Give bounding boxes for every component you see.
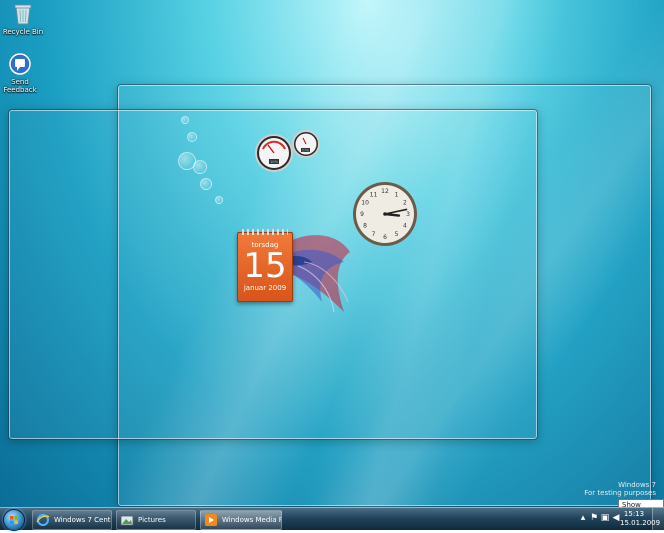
clock-numeral: 8 [363,223,367,230]
windows-logo-icon [10,516,18,524]
clock-numeral: 3 [406,211,410,218]
bubble [181,116,189,124]
cpu-meter-gadget[interactable]: 10% 27% [254,129,326,177]
clock-numeral: 5 [395,231,399,238]
bubble [193,160,207,174]
pictures-icon [120,515,134,526]
clock-numeral: 7 [372,231,376,238]
bubble [215,196,223,204]
cpu-value: 10% [270,160,279,164]
clock-gadget[interactable]: 12 1234567891011 [352,181,418,247]
show-desktop-button[interactable] [652,508,664,530]
watermark-subtitle: For testing purposes [584,489,656,497]
memory-value: 27% [302,148,309,152]
send-feedback-label: Send Feedback [3,78,37,94]
taskbar: Windows 7 Cente... Pictures Windows Medi… [0,507,664,531]
start-button[interactable] [3,509,25,531]
clock-numeral: 1 [395,191,399,198]
calendar-gadget[interactable]: torsdag 15 januar 2009 [237,229,293,302]
clock-numeral: 2 [403,200,407,207]
media-player-icon [205,514,217,526]
desktop[interactable]: Recycle Bin Send Feedback 10% 27% 12 1 2… [0,0,664,507]
show-desktop-tooltip: Show desktop [618,499,664,507]
recycle-bin-label: Recycle Bin [2,28,44,36]
send-feedback[interactable]: Send Feedback [0,52,43,94]
taskbar-button-pictures[interactable]: Pictures [116,510,196,530]
taskbar-button-windows7-center[interactable]: Windows 7 Cente... [32,510,112,530]
recycle-bin[interactable]: Recycle Bin [0,2,46,36]
action-center-flag-icon[interactable]: ⚑ [589,513,599,523]
clock-numeral: 4 [403,223,407,230]
feedback-icon [9,53,31,75]
clock-numeral: 6 [383,234,387,241]
clock-numeral: 11 [370,191,378,198]
bubble [200,178,212,190]
calendar-rings [242,229,288,235]
clock-numeral: 10 [361,200,369,207]
calendar-day-number: 15 [243,246,287,286]
watermark: Windows 7 For testing purposes [584,481,656,497]
clock-numeral: 9 [360,211,364,218]
network-icon[interactable]: ▣ [600,513,610,523]
clock-time: 15:13 [623,510,645,518]
recycle-bin-icon [14,4,32,25]
calendar-month-year: januar 2009 [243,284,287,292]
clock-numeral: 12 [381,188,389,195]
taskbar-button-media-player[interactable]: Windows Media P... [200,510,282,530]
taskbar-button-label: Pictures [138,516,166,524]
taskbar-clock[interactable]: 15:13 15.01.2009 [620,510,661,528]
taskbar-button-label: Windows 7 Cente... [54,516,111,524]
taskbar-button-label: Windows Media P... [222,516,282,524]
ie-icon [36,514,50,526]
bubble [187,132,197,142]
notification-chevron-icon[interactable]: ▴ [578,513,588,523]
clock-date: 15.01.2009 [620,519,661,527]
watermark-title: Windows 7 [618,481,656,489]
